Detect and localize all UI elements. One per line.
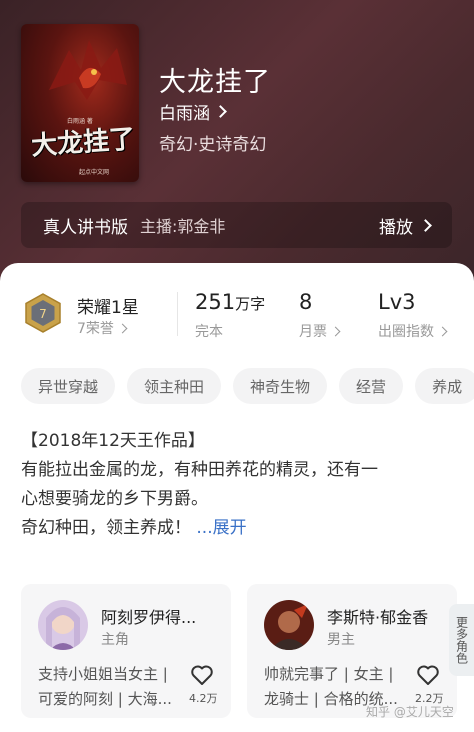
influence-index-label: 出圈指数 bbox=[378, 324, 434, 340]
word-count-unit: 万字 bbox=[235, 295, 266, 313]
character-cards: 阿刻罗伊得... 主角 支持小姐姐当女主 | 可爱的阿刻 | 大海... 4.2… bbox=[21, 584, 457, 718]
character-card[interactable]: 阿刻罗伊得... 主角 支持小姐姐当女主 | 可爱的阿刻 | 大海... 4.2… bbox=[21, 584, 231, 718]
chevron-right-icon bbox=[437, 326, 448, 336]
play-label: 播放 bbox=[379, 217, 413, 238]
character-card[interactable]: 李斯特·郁金香 男主 帅就完事了 | 女主 | 龙骑士 | 合格的统... 2.… bbox=[247, 584, 457, 718]
book-header: 白雨涵 著 大龙挂了 起点中文网 大龙挂了 白雨涵 奇幻·史诗奇幻 真人讲书版 … bbox=[0, 0, 474, 300]
stats-row: 7 荣耀1星 7荣誉 251万字 完本 8 月票 Lv3 出圈指数 bbox=[0, 263, 474, 349]
play-button[interactable]: 播放 bbox=[379, 213, 432, 238]
character-role: 主角 bbox=[101, 632, 129, 648]
word-count-value: 251万字 bbox=[195, 290, 265, 314]
tag-chip[interactable]: 经营 bbox=[339, 368, 404, 404]
chevron-right-icon bbox=[419, 218, 432, 232]
character-avatar bbox=[264, 600, 314, 650]
honor-title[interactable]: 荣耀1星 bbox=[77, 293, 139, 318]
monthly-ticket-link[interactable]: 月票 bbox=[299, 321, 341, 341]
honor-badge-number: 7 bbox=[39, 307, 47, 321]
character-tags: 支持小姐姐当女主 | 可爱的阿刻 | 大海... bbox=[38, 662, 188, 712]
honor-count-label: 7荣誉 bbox=[77, 321, 114, 337]
audio-host: 主播:郭金非 bbox=[140, 217, 226, 236]
like-count: 4.2万 bbox=[189, 692, 218, 705]
cover-publisher-text: 起点中文网 bbox=[79, 169, 110, 176]
word-count-number: 251 bbox=[195, 290, 236, 314]
character-name: 李斯特·郁金香 bbox=[327, 608, 429, 627]
tag-chip[interactable]: 领主种田 bbox=[127, 368, 222, 404]
completion-status: 完本 bbox=[195, 324, 223, 340]
author-link[interactable]: 白雨涵 bbox=[159, 99, 227, 124]
influence-index-link[interactable]: 出圈指数 bbox=[378, 321, 448, 341]
expand-link[interactable]: ...展开 bbox=[191, 518, 246, 538]
honor-count[interactable]: 7荣誉 bbox=[77, 318, 128, 338]
monthly-ticket-value: 8 bbox=[299, 290, 313, 314]
honor-badge-icon[interactable]: 7 bbox=[23, 293, 63, 333]
chevron-right-icon bbox=[330, 326, 341, 336]
character-tag-line: 支持小姐姐当女主 | bbox=[38, 665, 168, 683]
book-detail-panel: 7 荣耀1星 7荣誉 251万字 完本 8 月票 Lv3 出圈指数 异世穿越 领… bbox=[0, 263, 474, 732]
character-tag-line: 可爱的阿刻 | 大海... bbox=[38, 690, 172, 708]
monthly-ticket-label: 月票 bbox=[299, 324, 327, 340]
author-name: 白雨涵 bbox=[159, 104, 210, 124]
tag-chip[interactable]: 神奇生物 bbox=[233, 368, 328, 404]
description-text: 奇幻种田，领主养成！ bbox=[21, 518, 191, 538]
cover-title-art: 大龙挂了 bbox=[30, 124, 137, 162]
heart-icon[interactable] bbox=[416, 664, 440, 686]
watermark: 知乎 @艾儿天空 bbox=[366, 705, 454, 719]
audio-book-bar[interactable]: 真人讲书版 主播:郭金非 播放 bbox=[21, 202, 452, 248]
character-name: 阿刻罗伊得... bbox=[101, 608, 197, 627]
character-tag-line: 帅就完事了 | 女主 | bbox=[264, 665, 394, 683]
book-cover[interactable]: 白雨涵 著 大龙挂了 起点中文网 bbox=[21, 24, 139, 182]
character-role: 男主 bbox=[327, 632, 355, 648]
book-title: 大龙挂了 bbox=[159, 67, 271, 98]
description-line: 心想要骑龙的乡下男爵。 bbox=[21, 489, 208, 509]
description-line: 有能拉出金属的龙，有种田养花的精灵，还有一 bbox=[21, 460, 378, 480]
tag-chip[interactable]: 异世穿越 bbox=[21, 368, 116, 404]
tag-list: 异世穿越 领主种田 神奇生物 经营 养成 bbox=[21, 368, 474, 404]
heart-icon[interactable] bbox=[190, 664, 214, 686]
dragon-illustration bbox=[49, 40, 127, 100]
description-line: 奇幻种田，领主养成！ ...展开 bbox=[21, 514, 453, 543]
more-characters-label: 更多角色 bbox=[454, 616, 469, 664]
audio-label: 真人讲书版 bbox=[43, 217, 128, 238]
chevron-right-icon bbox=[214, 105, 227, 118]
description-line: 【2018年12天王作品】 bbox=[21, 431, 205, 451]
influence-level-value: Lv3 bbox=[378, 290, 416, 314]
tag-chip[interactable]: 养成 bbox=[415, 368, 474, 404]
book-genre: 奇幻·史诗奇幻 bbox=[159, 135, 267, 155]
book-description[interactable]: 【2018年12天王作品】 有能拉出金属的龙，有种田养花的精灵，还有一 心想要骑… bbox=[21, 427, 453, 543]
more-characters-tab[interactable]: 更多角色 bbox=[449, 604, 474, 676]
character-avatar bbox=[38, 600, 88, 650]
stats-divider bbox=[177, 292, 178, 336]
chevron-right-icon bbox=[117, 323, 128, 333]
